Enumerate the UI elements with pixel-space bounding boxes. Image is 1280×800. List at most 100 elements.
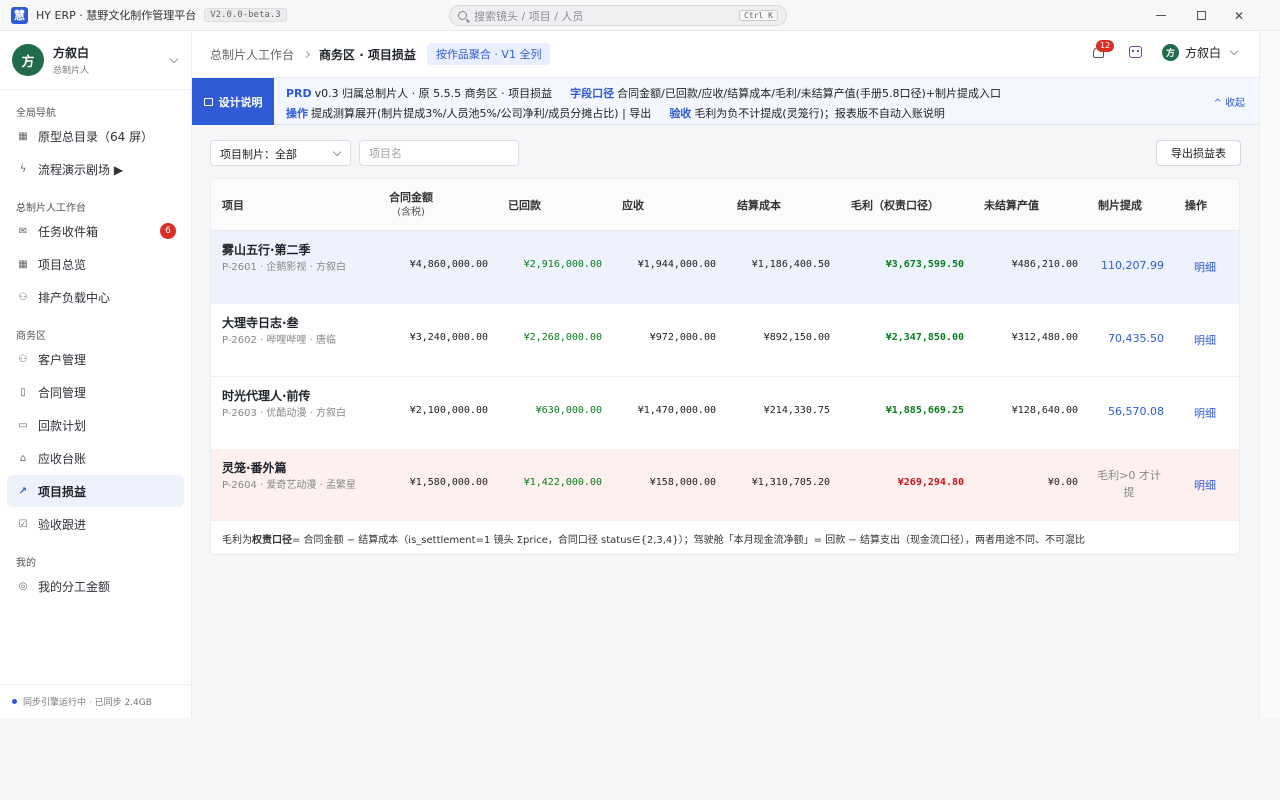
- sidebar-item-project-overview[interactable]: ▦ 项目总览: [7, 248, 184, 280]
- project-name-input[interactable]: [359, 140, 519, 166]
- sidebar-item-task-inbox[interactable]: ✉ 任务收件箱 6: [7, 215, 184, 247]
- table-row[interactable]: 雾山五行·第二季 P-2601 · 企鹅影视 · 方叙白 ¥4,860,000.…: [211, 231, 1239, 304]
- search-icon: [458, 11, 467, 20]
- vertical-scrollbar[interactable]: [1259, 31, 1280, 718]
- nav-group-title: 总制片人工作台: [16, 203, 86, 214]
- sidebar-item-acceptance[interactable]: ☑ 验收跟进: [7, 508, 184, 540]
- project-name: 大理寺日志·叁: [222, 316, 299, 330]
- receivable-amount: ¥1,470,000.00: [637, 405, 716, 416]
- commission-link[interactable]: 110,207.99: [1101, 259, 1164, 272]
- commission-link[interactable]: 70,435.50: [1108, 332, 1164, 345]
- commission-not-applicable: 毛利>0 才计提: [1097, 469, 1161, 499]
- footnote-text: 毛利为: [222, 535, 252, 546]
- sidebar-item-flow-demo[interactable]: ϟ 流程演示剧场 ▶: [7, 153, 184, 185]
- design-notes-tag: 设计说明: [192, 78, 274, 125]
- top-user-menu[interactable]: 方 方叙白: [1162, 44, 1239, 61]
- notification-button[interactable]: 12: [1091, 40, 1115, 61]
- sidebar-item-receivables[interactable]: ⌂ 应收台账: [7, 442, 184, 474]
- detail-link[interactable]: 明细: [1194, 332, 1216, 348]
- avatar: 方: [1162, 44, 1179, 61]
- project-name: 灵笼·番外篇: [222, 461, 287, 475]
- people-icon: ⚇: [18, 291, 28, 303]
- app-title: HY ERP · 慧野文化制作管理平台: [36, 9, 197, 22]
- inbox-icon: ✉: [18, 225, 28, 237]
- table-header: 项目 合同金额 (含税) 已回款 应收 结算成本 毛利（权责口径） 未结算产值 …: [211, 179, 1239, 231]
- sidebar-item-customers[interactable]: ⚇ 客户管理: [7, 343, 184, 375]
- minimize-button[interactable]: [1143, 0, 1179, 31]
- banner-text: v0.3 归属总制片人 · 原 5.5.5 商务区 · 项目损益: [314, 87, 553, 100]
- top-bar: 总制片人工作台 商务区 · 项目损益 按作品聚合 · V1 全列 12 方 方叙…: [192, 31, 1259, 78]
- header-contract: 合同金额 (含税): [371, 179, 451, 231]
- people-icon: ⚇: [18, 353, 28, 365]
- global-search-box[interactable]: 搜索镜头 / 项目 / 人员 Ctrl K: [449, 5, 787, 26]
- detail-link[interactable]: 明细: [1194, 259, 1216, 275]
- header-receivable: 应收: [622, 199, 644, 212]
- close-button[interactable]: ✕: [1221, 0, 1257, 31]
- contract-amount: ¥1,580,000.00: [409, 477, 488, 488]
- project-meta: P-2601 · 企鹅影视 · 方叙白: [222, 262, 346, 273]
- footnote-emphasis: 权责口径: [252, 535, 292, 546]
- collapse-button[interactable]: ^ 收起: [1213, 94, 1245, 109]
- inbox-count-badge: 6: [160, 223, 176, 239]
- table-row[interactable]: 时光代理人·前传 P-2603 · 优酷动漫 · 方叙白 ¥2,100,000.…: [211, 377, 1239, 450]
- chevron-down-icon: [1229, 46, 1239, 56]
- user-switcher[interactable]: 方 方叙白 总制片人: [0, 31, 191, 90]
- user-role: 总制片人: [53, 66, 90, 76]
- card-icon: ▭: [18, 419, 28, 431]
- nav-group-title: 我的: [16, 558, 36, 569]
- document-icon: ▯: [20, 386, 26, 398]
- detail-link[interactable]: 明细: [1194, 405, 1216, 421]
- sidebar-item-label: 排产负载中心: [38, 290, 111, 305]
- design-notes-banner: 设计说明 PRD v0.3 归属总制片人 · 原 5.5.5 商务区 · 项目损益…: [192, 78, 1259, 125]
- detail-link[interactable]: 明细: [1194, 477, 1216, 493]
- grid-icon: ▦: [18, 258, 28, 270]
- sidebar-item-label: 流程演示剧场 ▶: [38, 162, 124, 177]
- sidebar-item-capacity-center[interactable]: ⚇ 排产负载中心: [7, 281, 184, 313]
- gross-profit: ¥2,347,850.00: [885, 332, 964, 343]
- design-notes-label: 设计说明: [218, 95, 263, 109]
- sidebar-item-label: 任务收件箱: [38, 224, 99, 239]
- export-pnl-button[interactable]: 导出损益表: [1156, 140, 1241, 166]
- sidebar-item-label: 原型总目录（64 屏）: [38, 129, 154, 144]
- banner-text: 合同金额/已回款/应收/结算成本/毛利/未结算产值(手册5.8口径)+制片提成入…: [617, 87, 1001, 100]
- sidebar-item-label: 项目总览: [38, 257, 87, 272]
- header-received: 已回款: [508, 199, 541, 212]
- scope-pill[interactable]: 按作品聚合 · V1 全列: [426, 43, 551, 65]
- banner-line-2: 操作 提成测算展开(制片提成3%/人员池5%/公司净利/成员分摊占比) | 导出 验…: [286, 105, 945, 121]
- project-producer-select[interactable]: 项目制片：全部: [210, 140, 351, 166]
- sidebar-item-prototype-index[interactable]: ▦ 原型总目录（64 屏）: [7, 120, 184, 152]
- maximize-button[interactable]: [1183, 0, 1219, 31]
- sidebar-item-my-share[interactable]: ◎ 我的分工金额: [7, 570, 184, 602]
- received-amount: ¥630,000.00: [535, 405, 602, 416]
- assistant-bot-icon[interactable]: [1129, 46, 1142, 58]
- received-amount: ¥2,268,000.00: [523, 332, 602, 343]
- footnote-text: = 合同金额 − 结算成本（is_settlement=1 镜头 Σprice，…: [292, 535, 1085, 546]
- breadcrumb-parent[interactable]: 总制片人工作台: [210, 46, 294, 63]
- gross-profit: ¥3,673,599.50: [885, 259, 964, 270]
- commission-link[interactable]: 56,570.08: [1108, 405, 1164, 418]
- table-row[interactable]: 大理寺日志·叁 P-2602 · 哔哩哔哩 · 唐临 ¥3,240,000.00…: [211, 304, 1239, 377]
- unsettled-value: ¥486,210.00: [1011, 259, 1078, 270]
- sidebar-item-label: 回款计划: [38, 418, 87, 433]
- sidebar-item-payment-plan[interactable]: ▭ 回款计划: [7, 409, 184, 441]
- header-gross-profit: 毛利（权责口径）: [851, 199, 939, 212]
- unsettled-value: ¥128,640.00: [1011, 405, 1078, 416]
- settled-cost: ¥1,310,705.20: [751, 477, 830, 488]
- table-row[interactable]: 灵笼·番外篇 P-2604 · 爱奇艺动漫 · 孟繁星 ¥1,580,000.0…: [211, 449, 1239, 521]
- header-commission: 制片提成: [1098, 199, 1142, 212]
- contract-amount: ¥4,860,000.00: [409, 259, 488, 270]
- chevron-down-icon: [169, 54, 179, 64]
- sidebar-item-label: 合同管理: [38, 385, 87, 400]
- sidebar-item-project-pnl[interactable]: ↗ 项目损益: [7, 475, 184, 507]
- pnl-table: 项目 合同金额 (含税) 已回款 应收 结算成本 毛利（权责口径） 未结算产值 …: [210, 178, 1240, 555]
- sidebar-item-contracts[interactable]: ▯ 合同管理: [7, 376, 184, 408]
- unsettled-value: ¥312,480.00: [1011, 332, 1078, 343]
- banner-text: 毛利为负不计提成(灵笼行)；报表版不自动入账说明: [694, 107, 945, 120]
- minimize-icon: [1156, 15, 1166, 16]
- banner-keyword: PRD: [286, 87, 312, 100]
- sync-status-text: 同步引擎运行中 · 已同步 2.4GB: [23, 698, 152, 708]
- title-bar: 慧 HY ERP · 慧野文化制作管理平台 V2.0.0-beta.3 搜索镜头…: [0, 0, 1280, 31]
- bolt-icon: ϟ: [19, 163, 27, 175]
- settled-cost: ¥214,330.75: [763, 405, 830, 416]
- check-box-icon: ☑: [18, 518, 28, 530]
